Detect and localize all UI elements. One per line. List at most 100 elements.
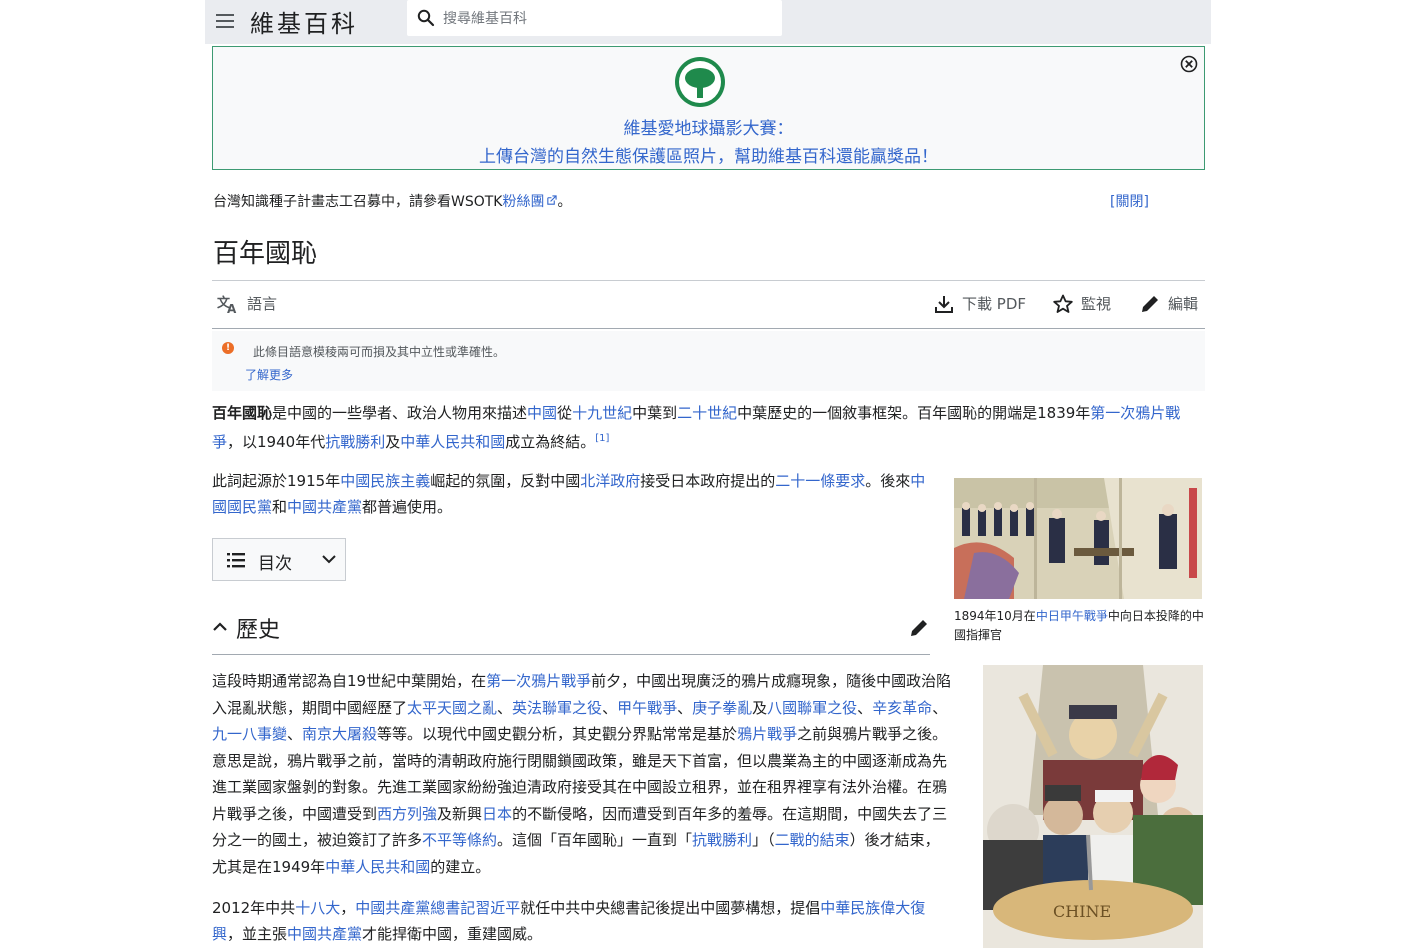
caption-link[interactable]: 中日甲午戰爭 xyxy=(1036,609,1108,623)
article-link[interactable]: 西方列強 xyxy=(377,805,437,823)
body-text: ， xyxy=(340,899,356,917)
article-link[interactable]: 二十一條要求 xyxy=(775,472,865,490)
body-text: 及 xyxy=(752,698,768,717)
cake-lettering: CHINE xyxy=(1053,902,1111,921)
close-icon[interactable] xyxy=(1180,55,1198,73)
article-link[interactable]: 南京大屠殺 xyxy=(302,725,377,743)
figure-caption: 1894年10月在中日甲午戰爭中向日本投降的中國指揮官 xyxy=(954,607,1206,645)
section-divider xyxy=(212,654,930,655)
body-text: 中葉到 xyxy=(632,404,678,422)
banner-line-1[interactable]: 維基愛地球攝影大賽： xyxy=(213,114,1204,139)
article-link[interactable]: 中華人民共和國 xyxy=(400,433,505,451)
article-link[interactable]: 中國共產黨總書記習近平 xyxy=(355,899,520,917)
article-link[interactable]: 太平天國之亂 xyxy=(407,699,497,717)
body-text: ，以1940年代 xyxy=(227,433,326,451)
body-text: 及 xyxy=(385,433,401,451)
body-text: 、 xyxy=(287,725,303,743)
language-icon: 文 A xyxy=(217,295,237,314)
article-link[interactable]: 中國民族主義 xyxy=(340,472,430,490)
notice-close-link[interactable]: [關閉] xyxy=(1110,191,1149,211)
learn-more-link[interactable]: 了解更多 xyxy=(245,366,293,383)
article-link[interactable]: 抗戰勝利 xyxy=(692,831,752,849)
article-link[interactable]: 日本 xyxy=(482,805,512,823)
chevron-up-icon[interactable] xyxy=(212,620,228,634)
download-label: 下載 PDF xyxy=(962,295,1026,313)
watch-label: 監視 xyxy=(1081,295,1112,313)
list-icon xyxy=(227,553,245,568)
article-link[interactable]: 英法聯軍之役 xyxy=(512,699,602,717)
section-heading: 歷史 xyxy=(236,618,281,643)
article-link[interactable]: 中國共產黨 xyxy=(287,925,362,943)
article-link[interactable]: 庚子拳亂 xyxy=(692,699,752,717)
body-text: ，並主張 xyxy=(227,925,288,943)
notice-text: 台灣知識種子計畫志工召募中，請參看WSOTK xyxy=(213,194,503,210)
notice-link[interactable]: 粉絲團 xyxy=(502,194,544,210)
bold-term: 百年國恥 xyxy=(212,404,273,422)
body-text: 接受日本政府提出的 xyxy=(640,472,776,490)
article-link[interactable]: 二戰的結束 xyxy=(775,831,850,849)
political-cartoon-image[interactable]: CHINE xyxy=(983,665,1203,948)
body-text: 等等。以現代中國史觀分析，其史觀分界點常常是基於 xyxy=(377,725,738,743)
article-link[interactable]: 二十世紀 xyxy=(677,404,737,422)
body-text: 中葉歷史的一個敘事框架。百年國恥的開端是1839年 xyxy=(737,404,1091,422)
page-toolbar: 文 A 語言 下載 PDF 監視 編輯 xyxy=(212,281,1205,329)
article-link[interactable]: 十九世紀 xyxy=(572,404,632,422)
body-text: 、 xyxy=(857,698,873,717)
download-pdf-button[interactable]: 下載 PDF xyxy=(934,293,1026,314)
body-text: 及新興 xyxy=(437,804,483,823)
article-link[interactable]: 辛亥革命 xyxy=(872,699,932,717)
site-notice: 台灣知識種子計畫志工召募中，請參看WSOTK粉絲團。 xyxy=(213,191,571,211)
article-link[interactable]: 不平等條約 xyxy=(422,831,497,849)
article-link[interactable]: 北洋政府 xyxy=(580,472,640,490)
search-box[interactable] xyxy=(407,0,782,36)
toolbar-divider xyxy=(212,328,1205,329)
body-text: 的建立。 xyxy=(430,857,491,876)
language-label: 語言 xyxy=(247,295,278,313)
download-icon xyxy=(935,295,953,313)
caption-text: 1894年10月在 xyxy=(954,609,1036,623)
toc-label: 目次 xyxy=(258,554,292,574)
star-icon xyxy=(1053,294,1073,313)
warning-text: 此條目語意模稜兩可而損及其中立性或準確性。 xyxy=(253,345,506,359)
article-link[interactable]: 九一八事變 xyxy=(212,725,287,743)
surrender-painting-image[interactable] xyxy=(954,478,1202,599)
warning-icon: ! xyxy=(222,342,234,354)
body-text: 、 xyxy=(677,698,693,717)
body-text: 就任中共中央總書記後提出中國夢構想，提倡 xyxy=(520,899,821,917)
paragraph-history: 這段時期通常認為自19世紀中葉開始，在第一次鴉片戰爭前夕，中國出現廣泛的鴉片成癮… xyxy=(212,668,952,880)
body-text: 2012年中共 xyxy=(212,899,296,917)
pencil-icon[interactable] xyxy=(909,618,929,638)
language-button[interactable]: 文 A 語言 xyxy=(217,293,277,314)
paragraph-origin: 此詞起源於1915年中國民族主義崛起的氛圍，反對中國北洋政府接受日本政府提出的二… xyxy=(212,468,932,520)
article-link[interactable]: 十八大 xyxy=(295,899,340,917)
body-text: 和 xyxy=(272,498,288,516)
article-link[interactable]: 第一次鴉片戰爭 xyxy=(486,672,591,690)
site-header: 維基百科 xyxy=(205,0,1211,44)
body-text: 這段時期通常認為自19世紀中葉開始，在 xyxy=(212,672,487,690)
body-text: 都普遍使用。 xyxy=(362,498,453,516)
notice-end: 。 xyxy=(557,194,572,210)
article-link[interactable]: 八國聯軍之役 xyxy=(767,699,857,717)
article-link[interactable]: 鴉片戰爭 xyxy=(737,725,797,743)
external-link-icon xyxy=(547,195,558,205)
article-link[interactable]: 中國 xyxy=(527,404,557,422)
article-link[interactable]: 抗戰勝利 xyxy=(325,433,385,451)
article-link[interactable]: 中華人民共和國 xyxy=(325,858,430,876)
toc-button[interactable]: 目次 xyxy=(212,538,346,581)
body-text: 」（ xyxy=(752,831,775,849)
article-link[interactable]: 甲午戰爭 xyxy=(617,699,677,717)
edit-button[interactable]: 編輯 xyxy=(1140,293,1198,314)
search-icon xyxy=(417,9,435,27)
section-history: 歷史 xyxy=(212,610,930,654)
article-link[interactable]: 中國共產黨 xyxy=(287,498,362,516)
banner-line-2[interactable]: 上傳台灣的自然生態保護區照片，幫助維基百科還能贏獎品！ xyxy=(213,142,1204,167)
campaign-banner: 維基愛地球攝影大賽： 上傳台灣的自然生態保護區照片，幫助維基百科還能贏獎品！ xyxy=(212,46,1205,170)
citation-link[interactable]: [1] xyxy=(595,433,609,444)
watch-button[interactable]: 監視 xyxy=(1053,293,1111,314)
search-input[interactable] xyxy=(441,6,775,32)
body-text: 成立為終結。 xyxy=(505,433,596,451)
page-title: 百年國恥 xyxy=(213,239,318,269)
chevron-down-icon xyxy=(322,555,336,564)
main-menu-icon[interactable] xyxy=(213,9,239,33)
site-logo[interactable]: 維基百科 xyxy=(250,4,358,39)
